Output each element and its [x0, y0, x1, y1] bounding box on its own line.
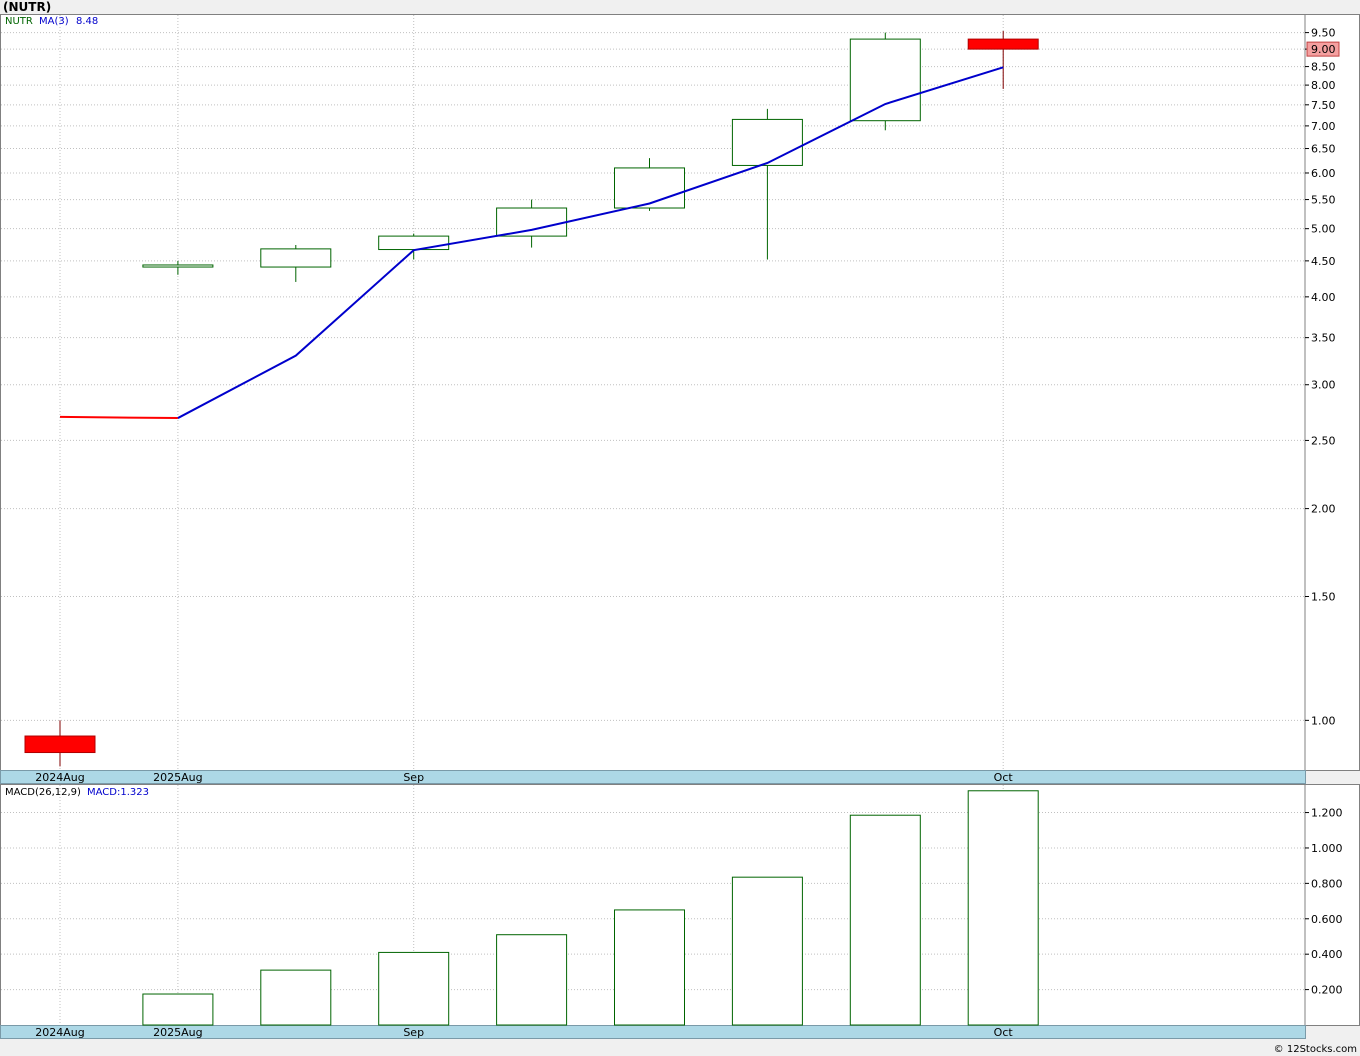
- macd-tick-label: 0.200: [1311, 984, 1343, 997]
- price-tick-label: 7.00: [1311, 120, 1336, 133]
- last-price-label: 9.00: [1311, 43, 1336, 56]
- macd-bar: [260, 969, 332, 1026]
- price-tick-label: 7.50: [1311, 99, 1336, 112]
- macd-tick-label: 0.600: [1311, 913, 1343, 926]
- candle-body: [260, 248, 332, 268]
- candle-body: [24, 735, 96, 754]
- price-tick-label: 1.50: [1311, 590, 1336, 603]
- macd-legend-label: MACD(26,12,9): [5, 787, 81, 798]
- candle-body: [731, 118, 803, 166]
- macd-bar: [614, 909, 685, 1026]
- price-tick-label: 8.50: [1311, 61, 1336, 74]
- price-date-label: 2025Aug: [153, 771, 202, 784]
- macd-tick-label: 1.000: [1311, 842, 1343, 855]
- ma-line-start: [59, 415, 178, 420]
- macd-bar: [142, 993, 214, 1026]
- price-tick-label: 3.50: [1311, 332, 1336, 345]
- price-tick-label: 4.00: [1311, 291, 1336, 304]
- macd-bar: [731, 876, 803, 1026]
- price-date-label: Oct: [994, 771, 1014, 784]
- chart-canvas: 9.50 9.00 8.50 8.00 7.50 7.00 6.50 6.00 5.50 5.00…: [1, 14, 1343, 1039]
- price-tick-label: 4.50: [1311, 255, 1336, 268]
- price-tick-label: 2.00: [1311, 503, 1336, 516]
- price-tick-label: 3.00: [1311, 379, 1336, 392]
- candle-body: [967, 38, 1039, 50]
- candle-body: [614, 167, 685, 209]
- price-tick-label: 5.50: [1311, 194, 1336, 207]
- price-tick-label: 9.50: [1311, 27, 1336, 40]
- macd-tick-label: 1.200: [1311, 807, 1343, 820]
- macd-bar: [378, 951, 450, 1026]
- credit-text: © 12Stocks.com: [1273, 1044, 1357, 1055]
- macd-bar: [849, 814, 921, 1026]
- candle-body: [378, 235, 450, 251]
- macd-tick-label: 0.400: [1311, 948, 1343, 961]
- macd-bar: [967, 790, 1039, 1026]
- macd-date-label: 2025Aug: [153, 1026, 202, 1039]
- price-date-label: 2024Aug: [35, 771, 84, 784]
- price-legend-ma-label: MA(3): [39, 16, 69, 27]
- macd-legend-value: MACD:1.323: [87, 787, 149, 798]
- macd-date-label: Oct: [994, 1026, 1014, 1039]
- candle-body: [849, 38, 921, 122]
- price-tick-label: 1.00: [1311, 714, 1336, 727]
- price-tick-label: 5.00: [1311, 223, 1336, 236]
- macd-date-label: 2024Aug: [35, 1026, 84, 1039]
- macd-bar: [496, 934, 568, 1026]
- candle-body: [496, 207, 568, 237]
- price-tick-label: 2.50: [1311, 434, 1336, 447]
- macd-tick-label: 0.800: [1311, 877, 1343, 890]
- price-tick-label: 8.00: [1311, 79, 1336, 92]
- price-tick-label: 6.00: [1311, 167, 1336, 180]
- price-tick-label: 6.50: [1311, 143, 1336, 156]
- macd-date-label: Sep: [403, 1026, 424, 1039]
- candle-body: [142, 264, 214, 268]
- price-legend-ma-value: 8.48: [76, 16, 98, 27]
- price-legend-symbol: NUTR: [5, 16, 33, 27]
- price-date-label: Sep: [403, 771, 424, 784]
